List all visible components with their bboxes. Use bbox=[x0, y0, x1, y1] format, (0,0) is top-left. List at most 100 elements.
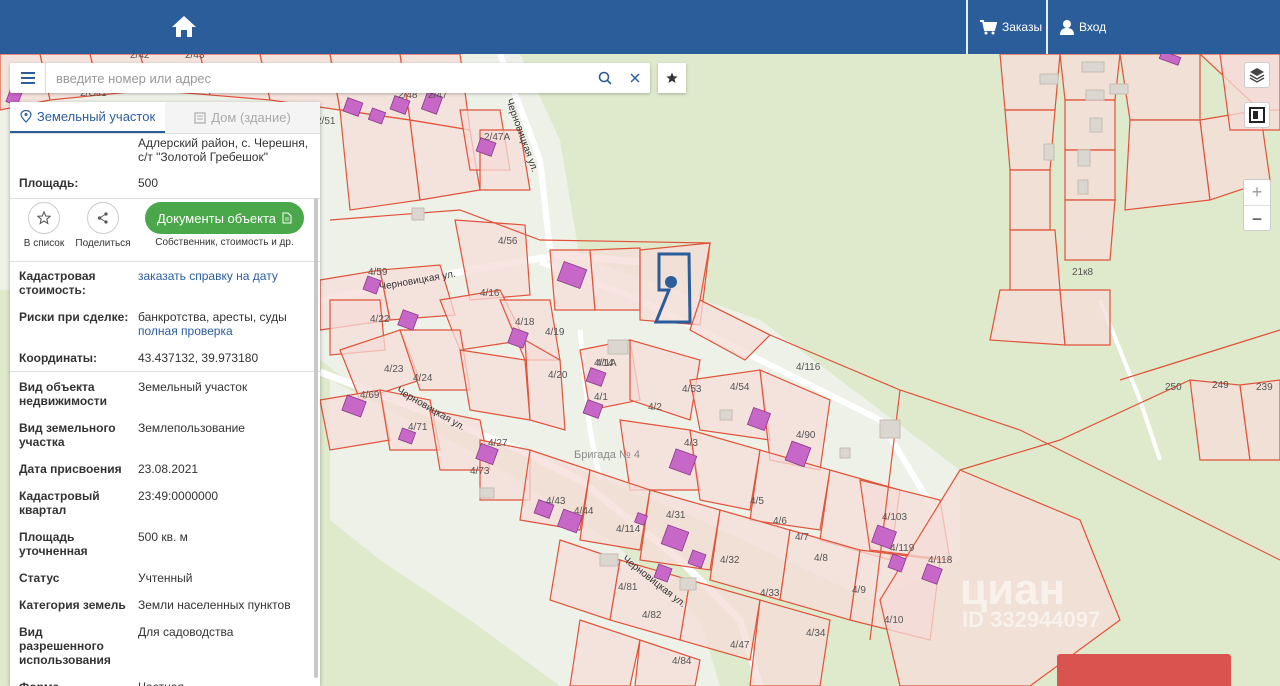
parcel-number: 2/42 bbox=[130, 54, 150, 61]
unregistered-building bbox=[1077, 179, 1089, 195]
parcel-number: 2/43 bbox=[185, 54, 205, 61]
property-value: Землепользование bbox=[138, 421, 245, 435]
parcel-number: 4/103 bbox=[882, 512, 907, 523]
land-parcel[interactable] bbox=[589, 247, 641, 311]
object-documents-button[interactable]: Документы объекта bbox=[145, 202, 304, 234]
map-type-button[interactable] bbox=[1244, 102, 1270, 128]
home-icon[interactable] bbox=[166, 10, 202, 42]
unregistered-building bbox=[1109, 83, 1129, 95]
share-icon bbox=[97, 212, 108, 224]
property-row: Категория земель Земли населенных пунктов bbox=[10, 598, 320, 612]
property-label: Статус bbox=[19, 571, 60, 585]
property-label: Дата присвоения bbox=[19, 462, 122, 476]
location-marker[interactable] bbox=[665, 276, 677, 288]
divider bbox=[10, 261, 320, 262]
unregistered-building bbox=[599, 553, 619, 567]
top-bar: Заказы Вход bbox=[0, 0, 1280, 54]
area-label: Бригада № 4 bbox=[574, 449, 640, 461]
parcel-number: 4/59 bbox=[368, 267, 388, 278]
parcel-number: 4/71 bbox=[408, 422, 428, 433]
parcel-number: 2/47А bbox=[484, 132, 510, 143]
unregistered-building bbox=[479, 487, 495, 499]
property-label: Категория земель bbox=[19, 598, 126, 612]
layers-icon bbox=[1249, 68, 1265, 83]
parcel-number: 4/82 bbox=[642, 610, 662, 621]
property-value: Частная bbox=[138, 680, 311, 686]
unregistered-building bbox=[1081, 61, 1105, 73]
parcel-number: 249 bbox=[1212, 380, 1229, 391]
property-label: Кадастровый квартал bbox=[19, 489, 100, 517]
share-label: Поделиться bbox=[75, 238, 131, 249]
tab-land-plot[interactable]: Земельный участок bbox=[10, 102, 165, 133]
docs-subtitle: Собственник, стоимость и др. bbox=[155, 237, 294, 248]
parcel-number: 4/32 bbox=[720, 555, 740, 566]
land-parcel[interactable] bbox=[1009, 229, 1061, 291]
area-label: Площадь: bbox=[19, 176, 79, 190]
red-action-bar[interactable] bbox=[1057, 654, 1231, 686]
land-parcel[interactable] bbox=[1009, 169, 1051, 231]
coords-row: Координаты: 43.437132, 39.973180 bbox=[10, 351, 320, 365]
property-label: Вид объекта недвижимости bbox=[19, 380, 107, 408]
parcel-number: 4/84 bbox=[672, 656, 692, 667]
divider bbox=[10, 371, 320, 372]
parcel-number: 4/5 bbox=[750, 496, 764, 507]
menu-button[interactable] bbox=[10, 63, 46, 93]
land-parcel[interactable] bbox=[339, 109, 421, 211]
land-parcel[interactable] bbox=[1124, 119, 1211, 211]
orders-button[interactable]: Заказы bbox=[966, 0, 1046, 54]
parcel-number: 4/31 bbox=[666, 510, 686, 521]
zoom-out-button[interactable]: − bbox=[1244, 206, 1270, 232]
property-label: Площадь уточненная bbox=[19, 530, 88, 558]
property-row: Вид разрешенного использования Для садово… bbox=[10, 625, 320, 667]
parcel-number: 4/53 bbox=[682, 384, 702, 395]
search-icon[interactable] bbox=[590, 63, 620, 93]
parcel-number: 4/6 bbox=[773, 516, 787, 527]
risks-value: банкротства, аресты, суды bbox=[138, 310, 287, 324]
risks-row: Риски при сделке: банкротства, аресты, с… bbox=[10, 310, 320, 338]
order-statement-link[interactable]: заказать справку на дату bbox=[138, 269, 311, 297]
add-to-list-button[interactable]: В список bbox=[14, 202, 74, 249]
tab-house[interactable]: Дом (здание) bbox=[165, 102, 320, 133]
property-fields: Вид объекта недвижимости Земельный участо… bbox=[10, 380, 320, 686]
document-icon bbox=[282, 212, 292, 224]
panel-scrollbar[interactable] bbox=[314, 198, 318, 678]
panel-tabs: Земельный участок Дом (здание) bbox=[10, 102, 320, 134]
land-parcel[interactable] bbox=[1064, 199, 1116, 261]
tab-label: Дом (здание) bbox=[211, 110, 291, 125]
unregistered-building bbox=[607, 339, 629, 355]
land-parcel[interactable] bbox=[989, 289, 1066, 346]
land-parcel[interactable] bbox=[1004, 109, 1056, 171]
land-parcel[interactable] bbox=[689, 369, 771, 441]
share-button[interactable]: Поделиться bbox=[73, 202, 133, 249]
search-bar bbox=[10, 63, 650, 93]
parcel-number: 250 bbox=[1165, 382, 1182, 393]
land-parcel[interactable] bbox=[459, 349, 531, 421]
parcel-number: 4/27 bbox=[488, 438, 508, 449]
land-parcel[interactable] bbox=[1119, 54, 1201, 121]
hamburger-icon bbox=[20, 72, 35, 84]
layers-button[interactable] bbox=[1244, 62, 1270, 88]
close-icon[interactable] bbox=[620, 63, 650, 93]
action-row: В список Поделиться Документы объекта Со… bbox=[10, 199, 320, 261]
parcel-number: 4/54 bbox=[730, 382, 750, 393]
parcel-number: 4/24 bbox=[413, 373, 433, 384]
docs-label: Документы объекта bbox=[156, 210, 277, 226]
unregistered-building bbox=[1077, 149, 1091, 167]
orders-label: Заказы bbox=[1002, 20, 1043, 34]
zoom-in-button[interactable]: + bbox=[1244, 180, 1270, 206]
parcel-number: 4/10 bbox=[884, 615, 904, 626]
coords-value: 43.437132, 39.973180 bbox=[138, 351, 259, 365]
unregistered-building bbox=[411, 207, 425, 221]
zoom-control: + − bbox=[1243, 179, 1271, 231]
login-button[interactable]: Вход bbox=[1046, 0, 1280, 54]
full-check-link[interactable]: полная проверка bbox=[138, 324, 233, 338]
search-input[interactable] bbox=[46, 70, 590, 86]
property-label: Вид земельного участка bbox=[19, 421, 116, 449]
land-parcel[interactable] bbox=[1059, 289, 1111, 346]
parcel-number: 4/22 bbox=[370, 314, 390, 325]
parcel-number: 4/20 bbox=[548, 370, 568, 381]
property-row: Дата присвоения 23.08.2021 bbox=[10, 462, 320, 476]
star-outline-icon bbox=[37, 211, 51, 225]
favorites-button[interactable] bbox=[658, 63, 686, 93]
property-row: Форма Частная bbox=[10, 680, 320, 686]
